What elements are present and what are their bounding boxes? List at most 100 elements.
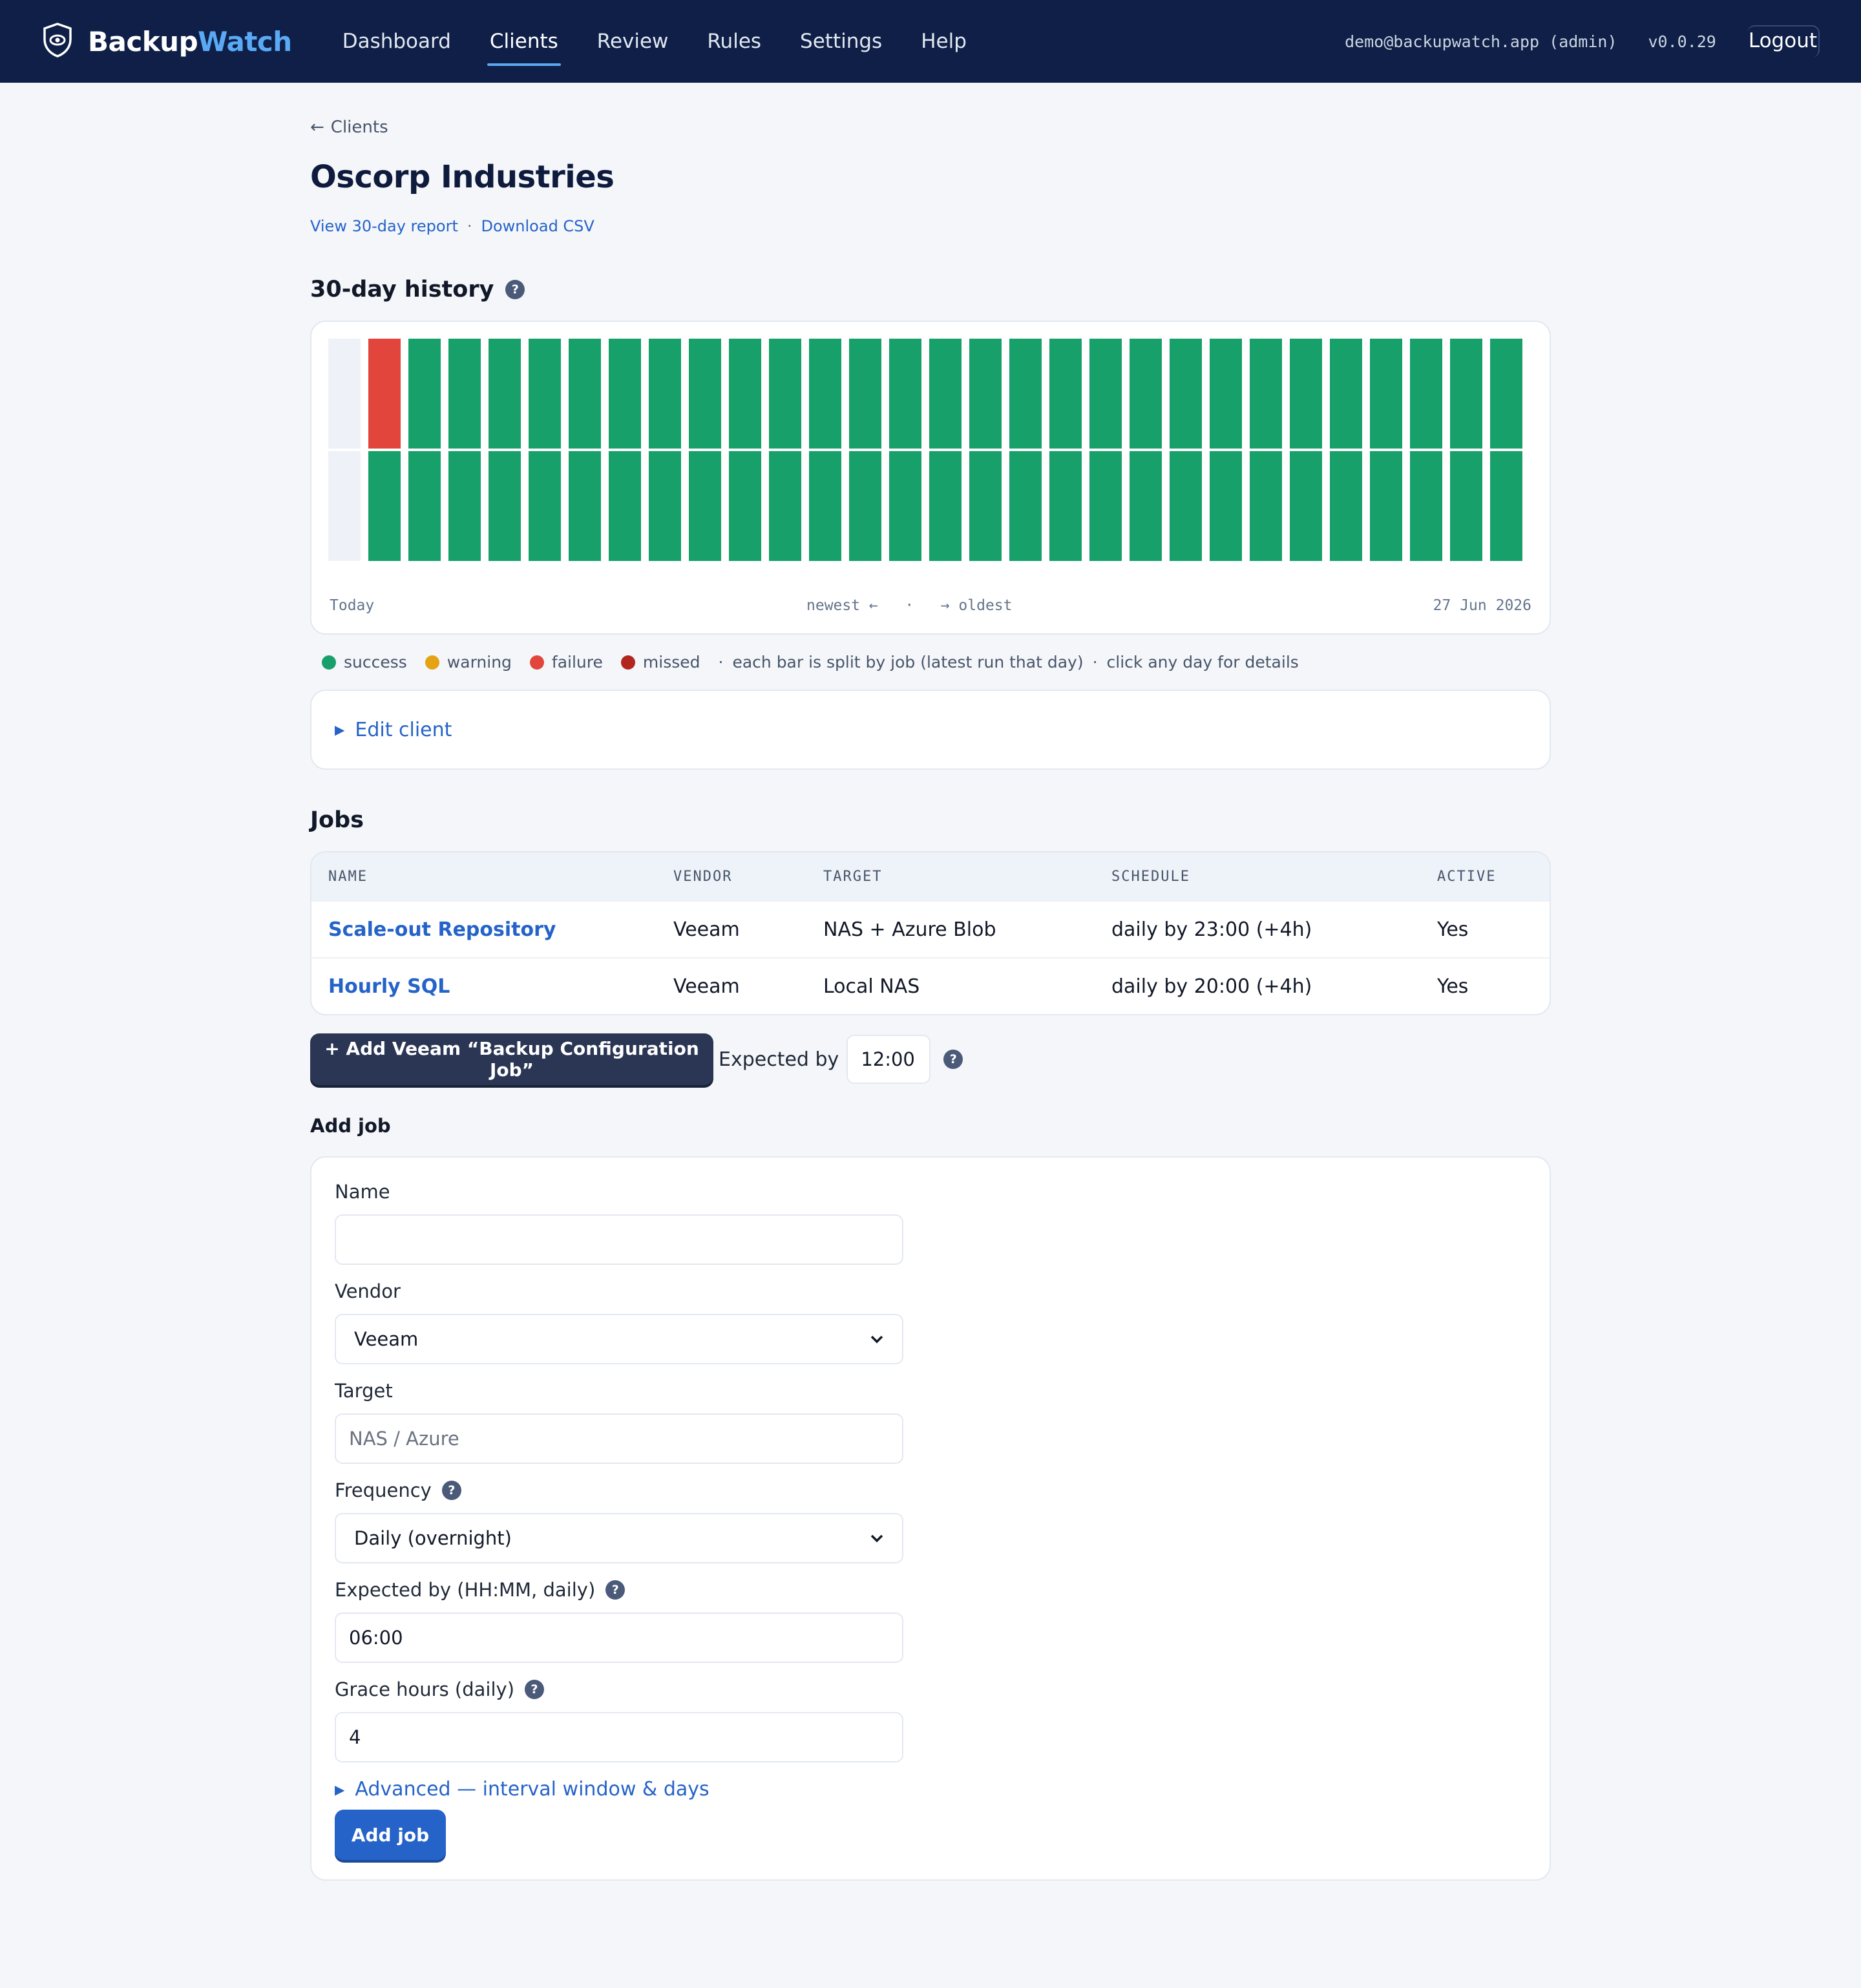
history-section-title: 30-day history ? (310, 277, 1551, 302)
history-bar-day-11-job-1[interactable] (729, 339, 761, 449)
history-bar-day-30-job-2[interactable] (1490, 451, 1522, 561)
history-bar-day-4-job-2[interactable] (448, 451, 481, 561)
edit-client-toggle[interactable]: ▶ Edit client (335, 719, 452, 741)
expected-by-input[interactable] (335, 1613, 903, 1663)
quick-expected-input[interactable] (846, 1035, 931, 1084)
name-field: Name (335, 1181, 1526, 1265)
job-name-link[interactable]: Hourly SQL (311, 957, 657, 1014)
history-bar-day-28-job-1[interactable] (1410, 339, 1442, 449)
history-bar-day-9-job-2[interactable] (649, 451, 681, 561)
history-bar-day-8-job-2[interactable] (609, 451, 641, 561)
history-bar-day-22-job-1[interactable] (1170, 339, 1202, 449)
quick-add-help-icon[interactable]: ? (943, 1050, 963, 1069)
history-bar-day-1-job-2[interactable] (328, 451, 361, 561)
history-bar-day-15-job-2[interactable] (889, 451, 921, 561)
history-bar-day-8-job-1[interactable] (609, 339, 641, 449)
edit-client-card[interactable]: ▶ Edit client (310, 690, 1551, 770)
nav-item-help[interactable]: Help (901, 0, 986, 83)
history-bar-day-27-job-1[interactable] (1370, 339, 1402, 449)
add-veeam-config-job-button[interactable]: + Add Veeam “Backup Configuration Job” (310, 1033, 713, 1085)
history-bar-day-11-job-2[interactable] (729, 451, 761, 561)
vendor-select[interactable]: Veeam (335, 1314, 903, 1364)
legend-dot-icon (620, 655, 635, 670)
history-bar-day-23-job-1[interactable] (1210, 339, 1242, 449)
history-bar-day-21-job-2[interactable] (1130, 451, 1162, 561)
history-bar-day-13-job-2[interactable] (809, 451, 841, 561)
history-bar-day-29-job-2[interactable] (1450, 451, 1482, 561)
job-target: NAS + Azure Blob (806, 900, 1095, 958)
grace-hours-help-icon[interactable]: ? (525, 1680, 545, 1699)
name-input[interactable] (335, 1214, 903, 1265)
advanced-toggle[interactable]: ▶ Advanced — interval window & days (335, 1778, 1526, 1801)
history-bar-day-16-job-2[interactable] (929, 451, 962, 561)
history-bar-day-20-job-2[interactable] (1089, 451, 1122, 561)
history-bar-day-3-job-1[interactable] (408, 339, 441, 449)
history-bar-day-7-job-2[interactable] (569, 451, 601, 561)
download-csv-link[interactable]: Download CSV (481, 217, 594, 235)
history-help-icon[interactable]: ? (505, 280, 525, 299)
history-bar-day-16-job-1[interactable] (929, 339, 962, 449)
target-label: Target (335, 1380, 393, 1402)
history-bar-day-17-job-2[interactable] (969, 451, 1002, 561)
history-bar-day-27-job-2[interactable] (1370, 451, 1402, 561)
history-bar-day-7-job-1[interactable] (569, 339, 601, 449)
breadcrumb-clients-link[interactable]: Clients (331, 118, 388, 137)
frequency-help-icon[interactable]: ? (441, 1481, 461, 1500)
history-bar-day-10-job-1[interactable] (689, 339, 721, 449)
history-bar-day-19-job-1[interactable] (1049, 339, 1082, 449)
history-bar-day-5-job-2[interactable] (489, 451, 521, 561)
history-bar-day-14-job-1[interactable] (849, 339, 881, 449)
history-bar-day-24-job-1[interactable] (1250, 339, 1282, 449)
nav-item-dashboard[interactable]: Dashboard (323, 0, 470, 83)
grace-hours-input[interactable] (335, 1712, 903, 1762)
view-report-link[interactable]: View 30-day report (310, 217, 458, 235)
legend-separator: · (718, 653, 724, 671)
nav-item-settings[interactable]: Settings (781, 0, 901, 83)
brand[interactable]: BackupWatch (41, 22, 292, 61)
history-bar-day-12-job-2[interactable] (769, 451, 801, 561)
history-bar-day-3-job-2[interactable] (408, 451, 441, 561)
history-bar-day-17-job-1[interactable] (969, 339, 1002, 449)
history-bar-day-30-job-1[interactable] (1490, 339, 1522, 449)
history-bar-day-26-job-1[interactable] (1330, 339, 1362, 449)
history-bar-day-23-job-2[interactable] (1210, 451, 1242, 561)
history-bar-day-19-job-2[interactable] (1049, 451, 1082, 561)
history-bar-day-6-job-1[interactable] (529, 339, 561, 449)
history-bar-day-2-job-1[interactable] (368, 339, 401, 449)
nav-item-rules[interactable]: Rules (688, 0, 781, 83)
breadcrumb[interactable]: ← Clients (310, 118, 1551, 137)
history-bar-day-10-job-2[interactable] (689, 451, 721, 561)
logout-button[interactable]: Logout (1747, 25, 1820, 58)
history-bar-day-13-job-1[interactable] (809, 339, 841, 449)
nav-item-clients[interactable]: Clients (470, 0, 578, 83)
history-bar-day-14-job-2[interactable] (849, 451, 881, 561)
history-bar-day-2-job-2[interactable] (368, 451, 401, 561)
history-bar-day-29-job-1[interactable] (1450, 339, 1482, 449)
expected-by-help-icon[interactable]: ? (605, 1580, 626, 1600)
history-bar-day-24-job-2[interactable] (1250, 451, 1282, 561)
history-bar-day-25-job-1[interactable] (1290, 339, 1322, 449)
history-bar-day-12-job-1[interactable] (769, 339, 801, 449)
history-bar-day-28-job-2[interactable] (1410, 451, 1442, 561)
target-input[interactable] (335, 1413, 903, 1464)
history-bar-day-9-job-1[interactable] (649, 339, 681, 449)
history-bar-day-6-job-2[interactable] (529, 451, 561, 561)
page-title: Oscorp Industries (310, 159, 615, 195)
history-bar-day-20-job-1[interactable] (1089, 339, 1122, 449)
history-chart[interactable] (328, 339, 1534, 561)
history-bar-day-22-job-2[interactable] (1170, 451, 1202, 561)
job-name-link[interactable]: Scale-out Repository (311, 900, 657, 958)
history-bar-day-18-job-1[interactable] (1009, 339, 1042, 449)
history-bar-day-4-job-1[interactable] (448, 339, 481, 449)
history-bar-day-18-job-2[interactable] (1009, 451, 1042, 561)
history-bar-day-1-job-1[interactable] (328, 339, 361, 449)
add-job-button[interactable]: Add job (335, 1810, 446, 1860)
history-bar-day-21-job-1[interactable] (1130, 339, 1162, 449)
history-bar-day-15-job-1[interactable] (889, 339, 921, 449)
job-active: Yes (1420, 900, 1550, 958)
frequency-select[interactable]: Daily (overnight) (335, 1513, 903, 1563)
history-bar-day-25-job-2[interactable] (1290, 451, 1322, 561)
history-bar-day-26-job-2[interactable] (1330, 451, 1362, 561)
history-bar-day-5-job-1[interactable] (489, 339, 521, 449)
nav-item-review[interactable]: Review (578, 0, 688, 83)
